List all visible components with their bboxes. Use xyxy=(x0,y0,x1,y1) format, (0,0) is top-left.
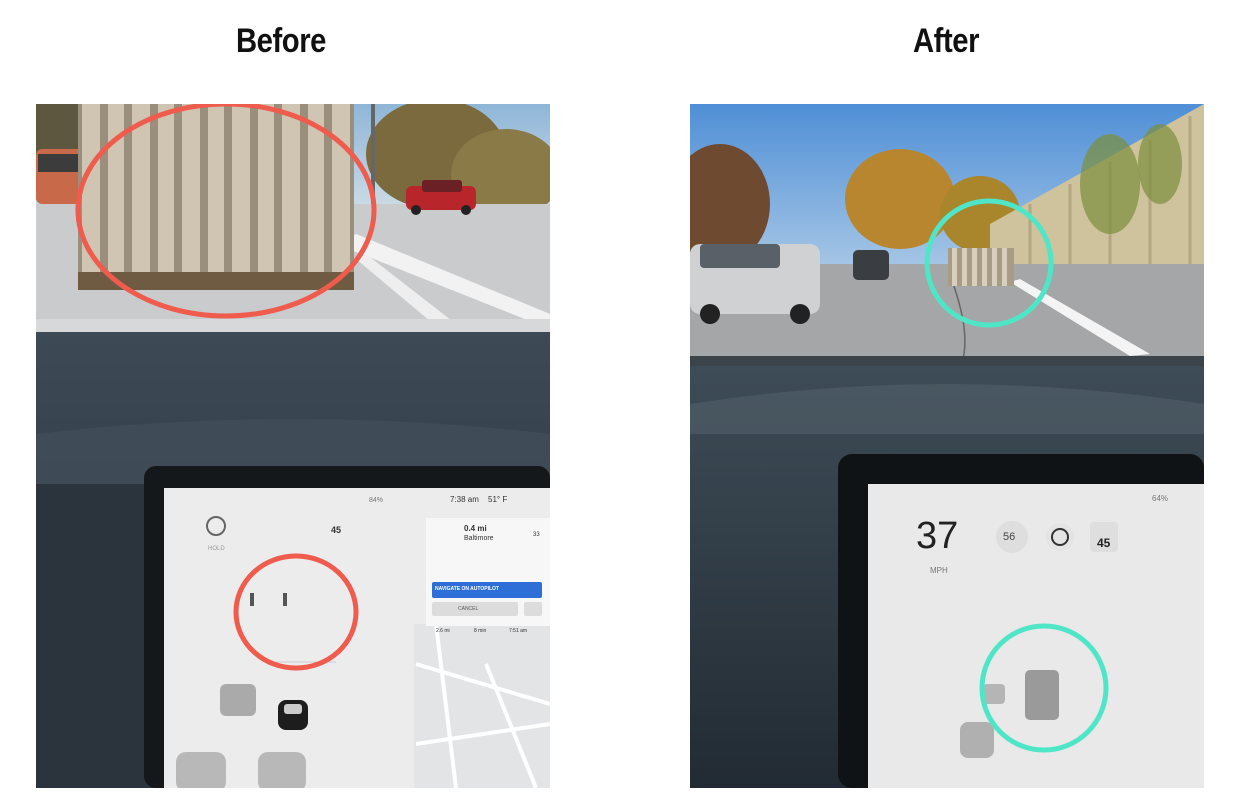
after-battery: 64% xyxy=(1152,494,1169,503)
before-photo: 84% 7:38 am 51° F 45 HOLD 0.4 mi Baltimo… xyxy=(36,104,550,788)
after-set-speed: 56 xyxy=(1003,531,1016,543)
before-gear-label: HOLD xyxy=(208,546,225,552)
after-photo: 37 MPH 56 45 64% xyxy=(690,104,1204,788)
before-scene xyxy=(36,104,550,788)
before-trip-eta: 7:51 am xyxy=(509,628,528,634)
before-temp: 51° F xyxy=(488,495,508,504)
after-heading: After xyxy=(912,22,980,60)
after-speed-limit: 45 xyxy=(1097,536,1111,550)
before-nav-distance: 0.4 mi xyxy=(464,524,487,533)
before-nav-street: Baltimore xyxy=(464,535,494,542)
after-speed: 37 xyxy=(916,515,959,557)
before-battery: 84% xyxy=(369,497,384,504)
after-speed-unit: MPH xyxy=(930,566,948,575)
navigate-on-autopilot-button[interactable]: NAVIGATE ON AUTOPILOT xyxy=(435,586,499,592)
cancel-button[interactable]: CANCEL xyxy=(458,606,478,612)
before-trip-time: 8 min xyxy=(474,628,487,634)
after-scene xyxy=(690,104,1204,788)
before-nav-shield: 33 xyxy=(533,532,540,538)
before-time: 7:38 am xyxy=(450,495,479,504)
before-speed-limit: 45 xyxy=(331,525,342,535)
before-heading: Before xyxy=(235,22,327,60)
before-trip-distance: 2.6 mi xyxy=(436,628,450,634)
